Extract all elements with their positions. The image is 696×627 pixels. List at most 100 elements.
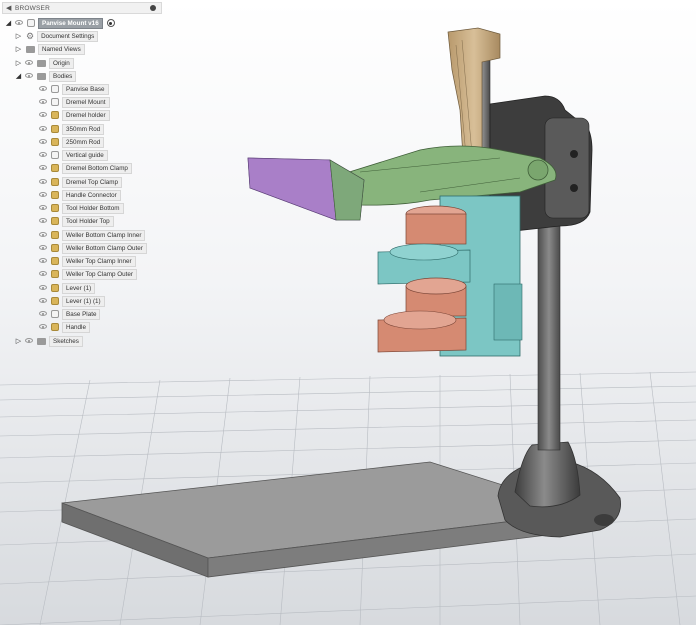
body-icon: [51, 98, 59, 106]
handle[interactable]: [247, 157, 365, 221]
body-label[interactable]: Vertical guide: [62, 149, 108, 161]
tree-item-named-views[interactable]: ▷ Named Views: [14, 43, 85, 55]
component-icon: [27, 19, 35, 27]
body-item[interactable]: 350mm Rod: [37, 123, 105, 135]
tree-item-bodies[interactable]: ◢ Bodies: [14, 70, 77, 82]
body-icon: [51, 257, 59, 265]
visibility-eye-icon[interactable]: [24, 338, 34, 344]
visibility-eye-icon[interactable]: [38, 205, 48, 211]
visibility-eye-icon[interactable]: [38, 139, 48, 145]
expand-down-icon[interactable]: ◢: [4, 19, 13, 27]
body-label[interactable]: Weller Top Clamp Inner: [62, 255, 136, 267]
visibility-eye-icon[interactable]: [38, 245, 48, 251]
visibility-eye-icon[interactable]: [38, 232, 48, 238]
folder-icon: [37, 337, 46, 345]
panvise-base[interactable]: [497, 441, 621, 538]
body-item[interactable]: Tool Holder Top: [37, 215, 114, 227]
tree-item-label[interactable]: Sketches: [49, 335, 83, 347]
tree-item-document-settings[interactable]: ▷ ⚙ Document Settings: [14, 30, 99, 42]
visibility-eye-icon[interactable]: [38, 99, 48, 105]
weller-bottom-clamp[interactable]: [377, 277, 467, 353]
body-label[interactable]: Panvise Base: [62, 83, 109, 95]
browser-header[interactable]: ◀ BROWSER: [2, 2, 162, 14]
body-label[interactable]: 250mm Rod: [62, 136, 105, 148]
visibility-eye-icon[interactable]: [14, 20, 24, 26]
body-icon: [51, 85, 59, 93]
body-item[interactable]: Weller Bottom Clamp Inner: [37, 229, 146, 241]
body-label[interactable]: Weller Bottom Clamp Inner: [62, 229, 146, 241]
body-item[interactable]: Tool Holder Bottom: [37, 202, 124, 214]
body-label[interactable]: Base Plate: [62, 308, 101, 320]
visibility-eye-icon[interactable]: [38, 258, 48, 264]
visibility-eye-icon[interactable]: [38, 192, 48, 198]
visibility-eye-icon[interactable]: [38, 126, 48, 132]
visibility-eye-icon[interactable]: [38, 324, 48, 330]
body-item[interactable]: Dremel Top Clamp: [37, 176, 123, 188]
body-label[interactable]: Dremel holder: [62, 109, 110, 121]
expand-right-icon[interactable]: ▷: [14, 337, 23, 345]
body-item[interactable]: Dremel holder: [37, 109, 110, 121]
body-icon: [51, 191, 59, 199]
visibility-eye-icon[interactable]: [38, 218, 48, 224]
body-item[interactable]: Weller Bottom Clamp Outer: [37, 242, 147, 254]
body-item[interactable]: Vertical guide: [37, 149, 108, 161]
body-icon: [51, 297, 59, 305]
body-item[interactable]: Handle Connector: [37, 189, 121, 201]
visibility-eye-icon[interactable]: [38, 285, 48, 291]
body-label[interactable]: Handle: [62, 321, 90, 333]
body-item[interactable]: 250mm Rod: [37, 136, 105, 148]
body-icon: [51, 231, 59, 239]
body-label[interactable]: 350mm Rod: [62, 123, 105, 135]
tree-root[interactable]: ◢ Panvise Mount v16: [4, 17, 115, 29]
tree-item-label[interactable]: Document Settings: [37, 30, 99, 42]
body-label[interactable]: Lever (1): [62, 282, 96, 294]
body-label[interactable]: Lever (1) (1): [62, 295, 105, 307]
visibility-eye-icon[interactable]: [38, 179, 48, 185]
body-item[interactable]: Dremel Bottom Clamp: [37, 162, 132, 174]
tree-item-label[interactable]: Named Views: [38, 43, 85, 55]
body-label[interactable]: Weller Top Clamp Outer: [62, 268, 137, 280]
collapse-arrow-icon[interactable]: ◀: [6, 4, 11, 12]
body-label[interactable]: Weller Bottom Clamp Outer: [62, 242, 147, 254]
expand-down-icon[interactable]: ◢: [14, 72, 23, 80]
350mm-rod[interactable]: [537, 189, 561, 451]
visibility-eye-icon[interactable]: [38, 152, 48, 158]
body-label[interactable]: Dremel Top Clamp: [62, 176, 123, 188]
body-label[interactable]: Handle Connector: [62, 189, 121, 201]
tree-item-origin[interactable]: ▷ Origin: [14, 57, 74, 69]
visibility-eye-icon[interactable]: [38, 112, 48, 118]
body-item[interactable]: Handle: [37, 321, 90, 333]
body-item[interactable]: Lever (1): [37, 282, 96, 294]
folder-icon: [26, 45, 35, 53]
visibility-eye-icon[interactable]: [38, 311, 48, 317]
body-icon: [51, 204, 59, 212]
visibility-eye-icon[interactable]: [24, 73, 34, 79]
visibility-eye-icon[interactable]: [38, 165, 48, 171]
activate-radio-icon[interactable]: [106, 19, 115, 27]
visibility-eye-icon[interactable]: [38, 271, 48, 277]
body-item[interactable]: Weller Top Clamp Outer: [37, 268, 137, 280]
body-label[interactable]: Dremel Bottom Clamp: [62, 162, 132, 174]
body-item[interactable]: Base Plate: [37, 308, 101, 320]
body-icon: [51, 244, 59, 252]
expand-right-icon[interactable]: ▷: [14, 32, 23, 40]
root-component-label[interactable]: Panvise Mount v16: [38, 17, 103, 29]
visibility-eye-icon[interactable]: [24, 60, 34, 66]
body-item[interactable]: Weller Top Clamp Inner: [37, 255, 136, 267]
tree-item-label[interactable]: Origin: [49, 57, 74, 69]
tree-item-label[interactable]: Bodies: [49, 70, 77, 82]
panel-options-icon[interactable]: [150, 5, 156, 11]
body-item[interactable]: Dremel Mount: [37, 96, 110, 108]
body-label[interactable]: Dremel Mount: [62, 96, 110, 108]
body-icon: [51, 270, 59, 278]
expand-right-icon[interactable]: ▷: [14, 59, 23, 67]
visibility-eye-icon[interactable]: [38, 298, 48, 304]
body-label[interactable]: Tool Holder Top: [62, 215, 114, 227]
browser-title: BROWSER: [15, 5, 50, 12]
tree-item-sketches[interactable]: ▷ Sketches: [14, 335, 83, 347]
body-item[interactable]: Lever (1) (1): [37, 295, 105, 307]
body-item[interactable]: Panvise Base: [37, 83, 109, 95]
expand-right-icon[interactable]: ▷: [14, 45, 23, 53]
visibility-eye-icon[interactable]: [38, 86, 48, 92]
body-label[interactable]: Tool Holder Bottom: [62, 202, 124, 214]
